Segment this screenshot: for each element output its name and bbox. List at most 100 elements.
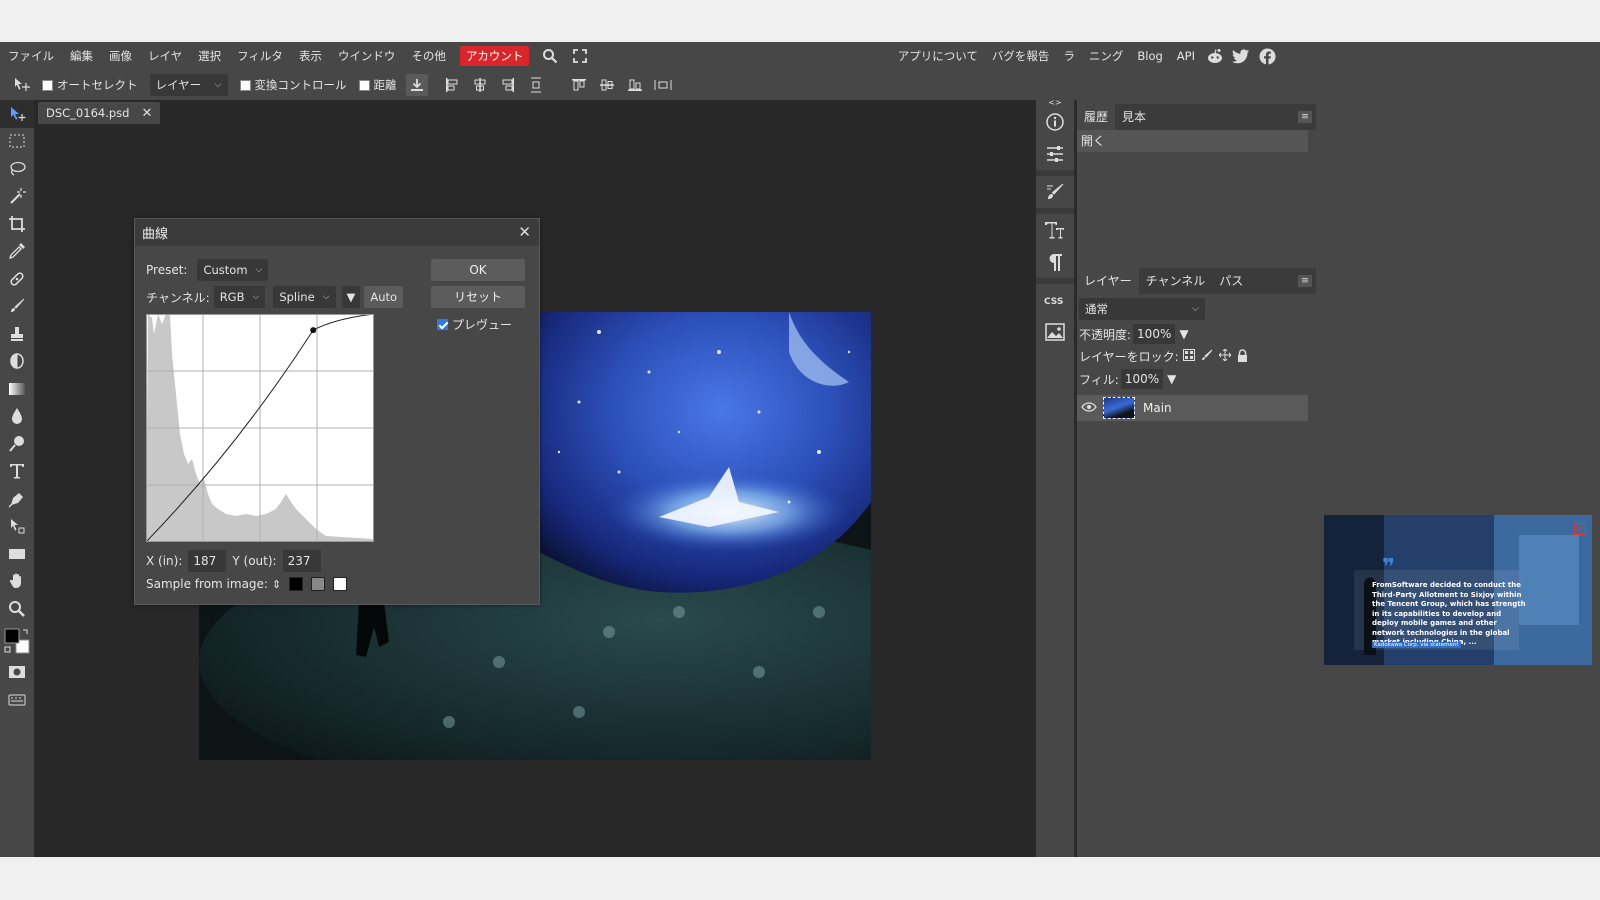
distribute-horizontal-icon[interactable] xyxy=(652,74,674,96)
align-bottom-icon[interactable] xyxy=(624,74,646,96)
css-icon[interactable]: CSS xyxy=(1036,284,1074,316)
brush-settings-icon[interactable] xyxy=(1036,176,1074,208)
healing-brush-tool-icon[interactable] xyxy=(0,265,34,293)
hand-tool-icon[interactable] xyxy=(0,568,34,596)
auto-select-checkbox[interactable]: オートセレクト xyxy=(42,77,138,93)
twitter-icon[interactable] xyxy=(1230,45,1252,67)
close-icon[interactable]: ✕ xyxy=(518,223,531,241)
paragraph-icon[interactable] xyxy=(1036,246,1074,278)
report-bug-link[interactable]: バグを報告 xyxy=(985,48,1057,64)
marquee-tool-icon[interactable] xyxy=(0,128,34,156)
move-tool-icon[interactable] xyxy=(0,100,34,128)
fullscreen-icon[interactable] xyxy=(569,45,591,67)
gradient-tool-icon[interactable] xyxy=(0,375,34,403)
gray-point-eyedropper[interactable] xyxy=(311,577,326,591)
menu-window[interactable]: ウインドウ xyxy=(330,42,404,70)
opacity-dropdown-icon[interactable]: ▼ xyxy=(1179,327,1188,341)
x-in-field[interactable]: 187 xyxy=(188,550,227,572)
curves-graph[interactable] xyxy=(146,314,374,542)
keyboard-icon[interactable] xyxy=(0,686,34,714)
menu-image[interactable]: 画像 xyxy=(101,42,140,70)
blur-tool-icon[interactable] xyxy=(0,403,34,431)
tab-paths[interactable]: パス xyxy=(1212,268,1250,294)
tab-channels[interactable]: チャンネル xyxy=(1139,268,1213,294)
lock-transparency-icon[interactable] xyxy=(1182,349,1195,364)
auto-select-box[interactable] xyxy=(42,79,53,91)
video-ad[interactable]: ❞ FromSoftware decided to conduct the Th… xyxy=(1324,515,1592,665)
tab-swatches[interactable]: 見本 xyxy=(1115,104,1153,130)
collapse-expand-icon[interactable]: <> xyxy=(1036,98,1074,108)
eyedropper-tool-icon[interactable] xyxy=(0,238,34,266)
quick-mask-icon[interactable] xyxy=(0,659,34,687)
distance-box[interactable] xyxy=(358,79,370,91)
lasso-tool-icon[interactable] xyxy=(0,155,34,183)
download-icon[interactable] xyxy=(405,74,428,96)
tab-history[interactable]: 履歴 xyxy=(1077,104,1116,130)
black-point-eyedropper[interactable] xyxy=(289,577,304,591)
account-button[interactable]: アカウント xyxy=(459,46,530,66)
auto-button[interactable]: Auto xyxy=(364,286,404,308)
image-icon[interactable] xyxy=(1036,316,1074,348)
reddit-icon[interactable] xyxy=(1204,45,1226,67)
about-link[interactable]: アプリについて xyxy=(891,48,985,64)
channel-dropdown[interactable]: RGB ⌵ xyxy=(213,286,266,308)
curves-title-bar[interactable]: 曲線 ✕ xyxy=(135,219,539,246)
rectangle-tool-icon[interactable] xyxy=(0,540,34,568)
ad-close-icon[interactable]: ✕ xyxy=(1574,523,1586,535)
type-tool-icon[interactable] xyxy=(0,458,34,486)
menu-filter[interactable]: フィルタ xyxy=(229,42,291,70)
reset-button[interactable]: リセット xyxy=(431,286,525,308)
align-center-h-icon[interactable] xyxy=(469,74,491,96)
distance-checkbox[interactable]: 距離 xyxy=(358,77,397,93)
interpolation-dropdown[interactable]: Spline ⌵ xyxy=(273,286,336,308)
ok-button[interactable]: OK xyxy=(431,259,525,281)
preset-dropdown[interactable]: Custom ⌵ xyxy=(197,259,269,281)
menu-layer[interactable]: レイヤ xyxy=(140,42,190,70)
api-link[interactable]: API xyxy=(1170,49,1202,63)
info-icon[interactable] xyxy=(1036,106,1074,138)
color-swatches[interactable] xyxy=(0,623,34,659)
menu-more[interactable]: その他 xyxy=(403,42,454,70)
search-icon[interactable] xyxy=(539,45,561,67)
close-icon[interactable]: ✕ xyxy=(141,106,152,121)
fill-field[interactable]: 100% xyxy=(1120,369,1164,389)
crop-tool-icon[interactable] xyxy=(0,210,34,238)
distribute-vertical-icon[interactable] xyxy=(525,74,547,96)
brush-tool-icon[interactable] xyxy=(0,293,34,321)
history-item-open[interactable]: 開く xyxy=(1077,130,1308,152)
panel-menu-icon[interactable]: ≡ xyxy=(1298,275,1312,287)
path-select-tool-icon[interactable] xyxy=(0,513,34,541)
tab-layers[interactable]: レイヤー xyxy=(1077,268,1139,294)
facebook-icon[interactable] xyxy=(1256,45,1278,67)
lock-pixels-icon[interactable] xyxy=(1201,349,1213,364)
adjustments-icon[interactable] xyxy=(1036,138,1074,170)
learning-link-part2[interactable]: ニング xyxy=(1082,48,1131,64)
clone-stamp-tool-icon[interactable] xyxy=(0,320,34,348)
eye-icon[interactable] xyxy=(1081,401,1097,415)
layer-select-dropdown[interactable]: レイヤー ⌵ xyxy=(149,74,228,96)
zoom-tool-icon[interactable] xyxy=(0,595,34,623)
white-point-eyedropper[interactable] xyxy=(333,577,348,591)
curve-menu-button[interactable]: ▼ xyxy=(341,286,361,308)
lock-position-icon[interactable] xyxy=(1218,348,1232,364)
opacity-field[interactable]: 100% xyxy=(1133,324,1176,344)
magic-wand-tool-icon[interactable] xyxy=(0,183,34,211)
align-left-icon[interactable] xyxy=(441,74,463,96)
document-tab[interactable]: DSC_0164.psd ✕ xyxy=(38,102,161,124)
dodge-tool-icon[interactable] xyxy=(0,430,34,458)
preview-checkbox[interactable]: プレヴュー xyxy=(437,316,512,333)
character-icon[interactable] xyxy=(1036,214,1074,246)
menu-select[interactable]: 選択 xyxy=(190,42,229,70)
align-right-icon[interactable] xyxy=(497,74,519,96)
pen-tool-icon[interactable] xyxy=(0,485,34,513)
menu-edit[interactable]: 編集 xyxy=(62,42,101,70)
blend-mode-dropdown[interactable]: 通常 ⌵ xyxy=(1079,298,1205,320)
eraser-tool-icon[interactable] xyxy=(0,348,34,376)
fill-dropdown-icon[interactable]: ▼ xyxy=(1167,372,1176,386)
lock-all-icon[interactable] xyxy=(1237,348,1248,365)
y-out-field[interactable]: 237 xyxy=(282,550,321,572)
layer-row[interactable]: Main xyxy=(1077,395,1308,421)
learning-link-part1[interactable]: ラ xyxy=(1056,48,1082,64)
blog-link[interactable]: Blog xyxy=(1130,49,1169,63)
menu-view[interactable]: 表示 xyxy=(291,42,330,70)
